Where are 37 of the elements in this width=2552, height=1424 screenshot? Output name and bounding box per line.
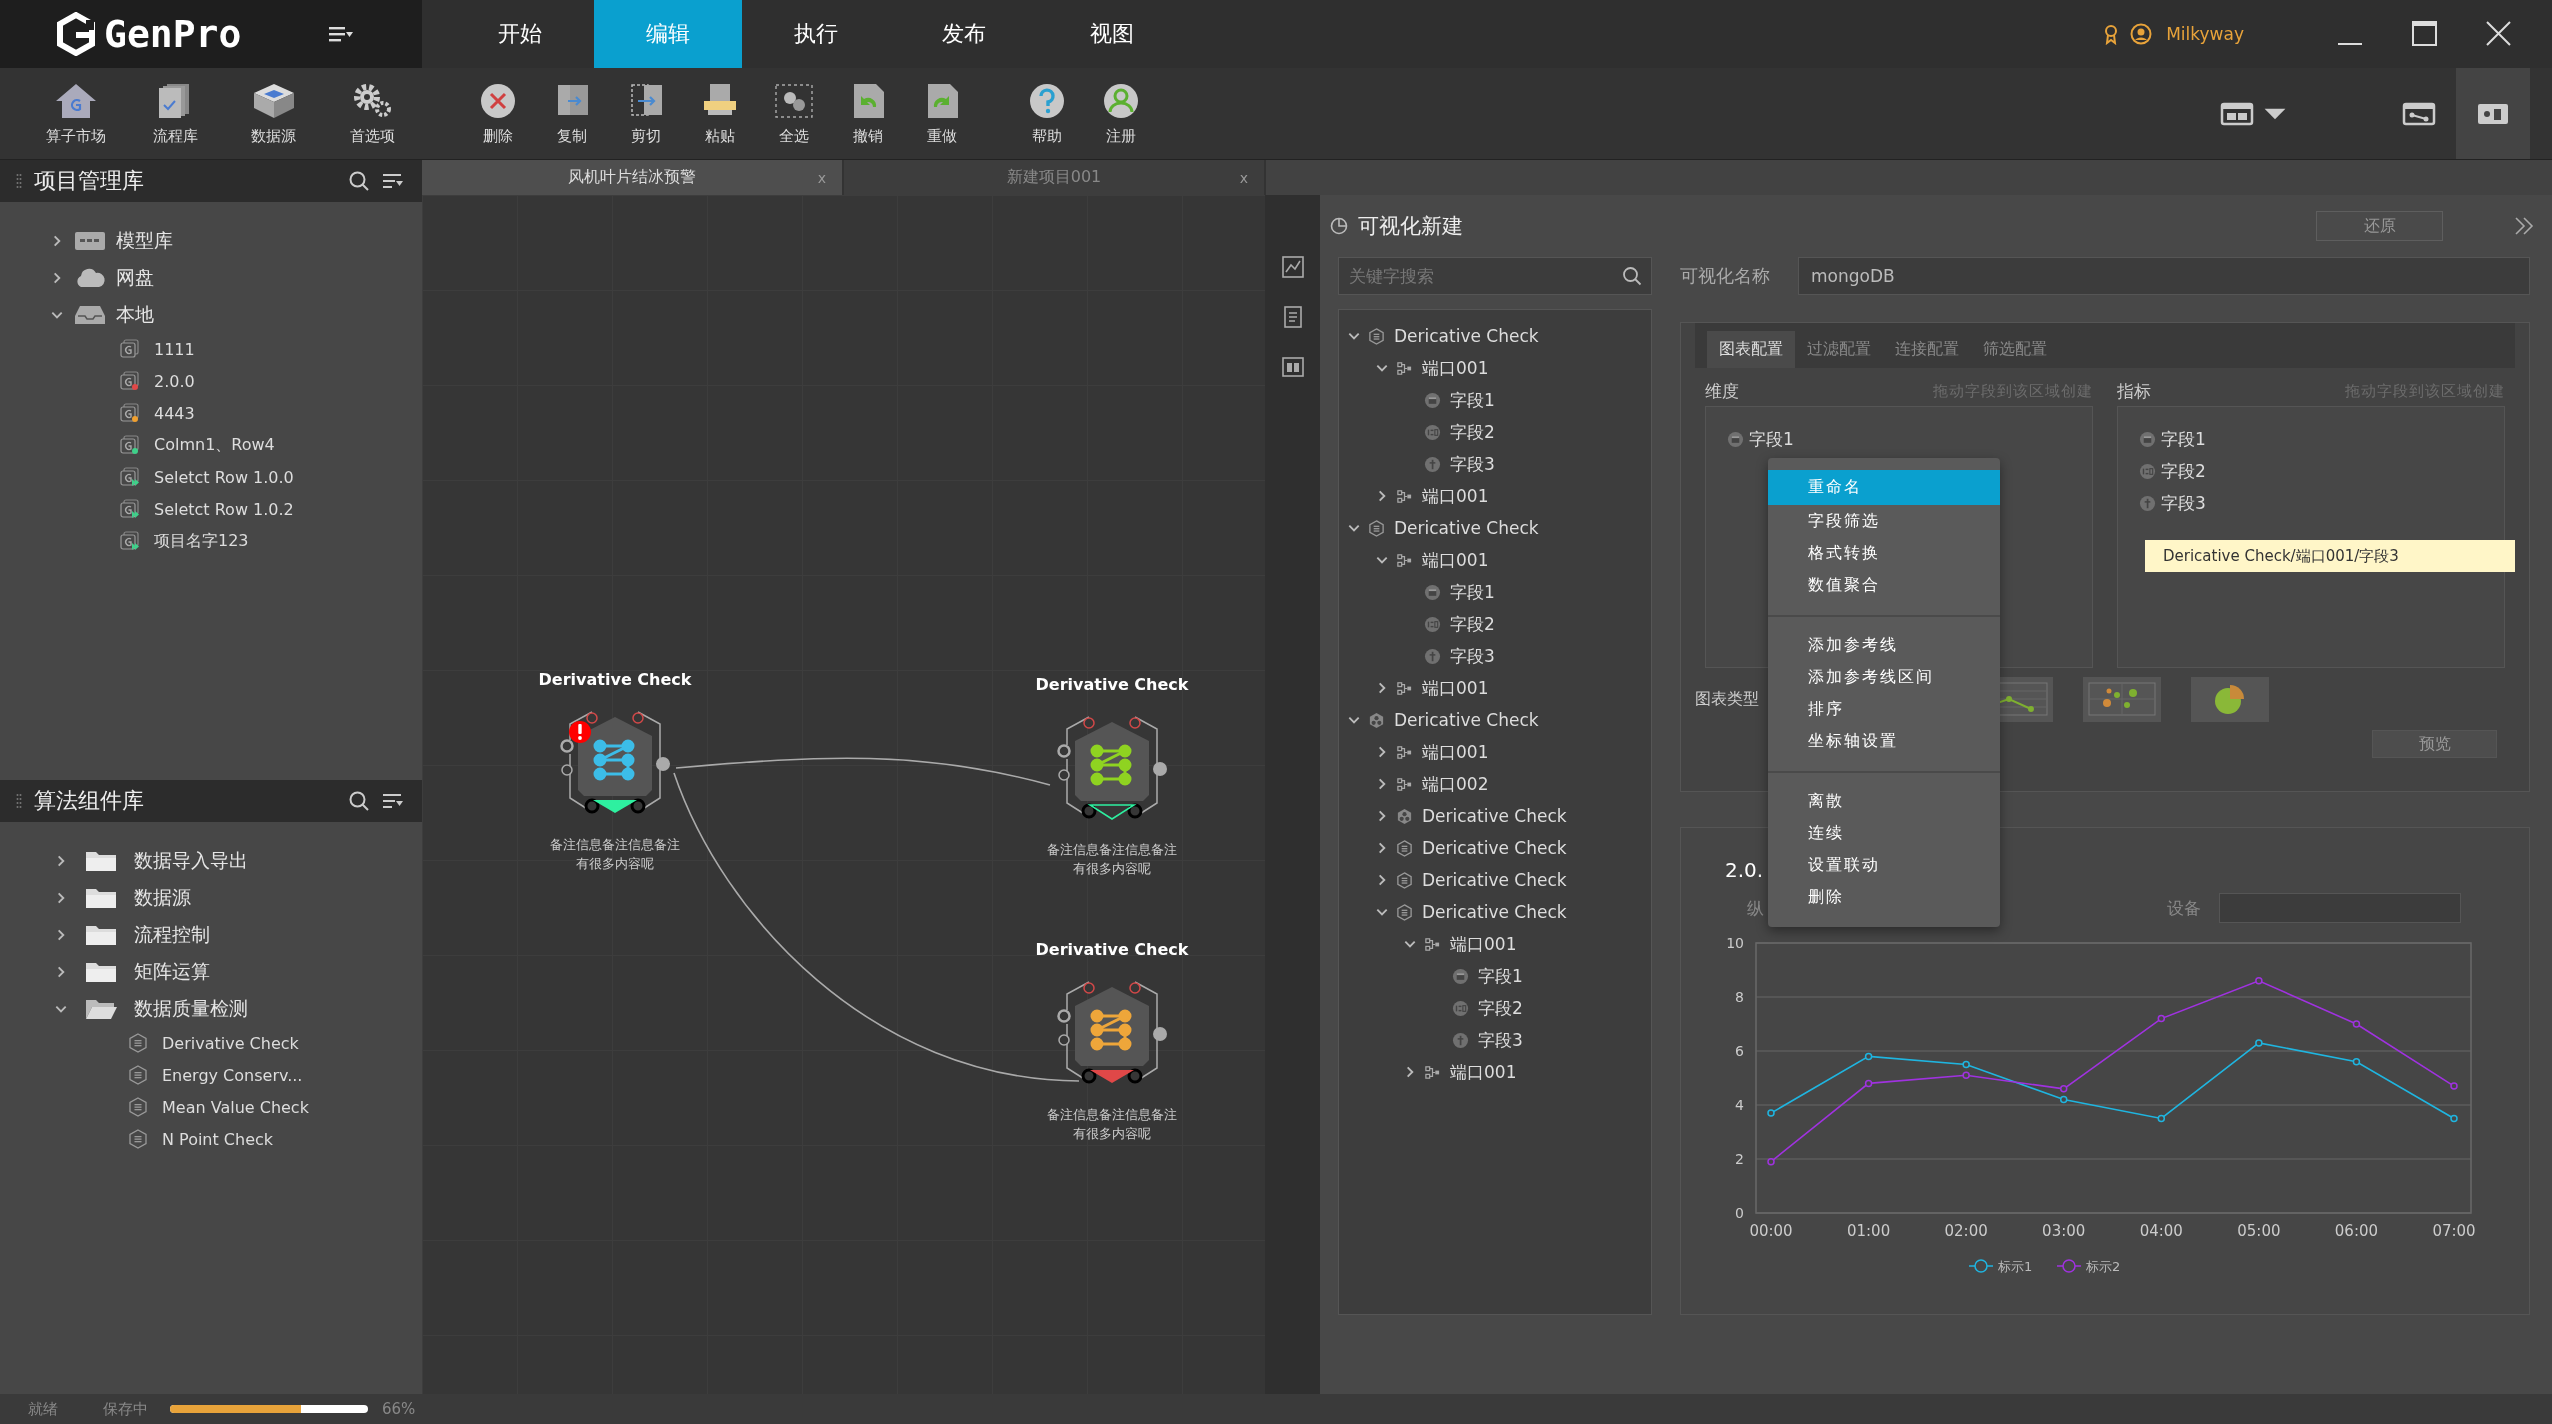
node-title: Derivative Check bbox=[1035, 940, 1189, 961]
field-label: 可视化名称 bbox=[1680, 264, 1770, 288]
axis-label: 00:00 bbox=[1749, 1222, 1793, 1240]
axis-label: 02:00 bbox=[1944, 1222, 1988, 1240]
node-note: 备注信息备注信息备注有很多内容呢 bbox=[549, 836, 681, 873]
axis-label: 01:00 bbox=[1846, 1222, 1891, 1240]
axis-label: 0 bbox=[1735, 1205, 1744, 1221]
axis-label: 04:00 bbox=[2139, 1222, 2183, 1240]
tooltip: Dericative Check/端口001/字段3 bbox=[2145, 540, 2515, 572]
panel-title: 算法组件库 bbox=[34, 787, 144, 815]
axis-label: 05:00 bbox=[2237, 1222, 2281, 1240]
axis-label: 03:00 bbox=[2042, 1222, 2086, 1240]
app-logo: GenPro bbox=[104, 12, 242, 56]
node-title: Derivative Check bbox=[1035, 675, 1189, 696]
panel-title: 可视化新建 bbox=[1358, 213, 1463, 240]
node-title: Derivative Check bbox=[538, 670, 692, 691]
axis-title: 纵 bbox=[1747, 896, 1764, 920]
axis-label: 4 bbox=[1735, 1097, 1744, 1113]
node-note: 备注信息备注信息备注有很多内容呢 bbox=[1046, 1106, 1178, 1143]
axis-label: 2 bbox=[1735, 1151, 1744, 1167]
axis-label: 8 bbox=[1735, 989, 1744, 1005]
axis-label: 07:00 bbox=[2432, 1222, 2476, 1240]
section-label: 维度 bbox=[1705, 379, 1739, 403]
legend-label: 标示2 bbox=[2086, 1259, 2121, 1274]
chart-title: 2.0. bbox=[1725, 858, 1764, 884]
field-label: 设备 bbox=[2167, 896, 2201, 920]
section-label: 指标 bbox=[2117, 379, 2151, 403]
status-text: 就绪 bbox=[28, 1399, 58, 1419]
progress-reading: 66% bbox=[382, 1400, 416, 1418]
status-text: 保存中 bbox=[103, 1399, 148, 1419]
legend-label: 标示1 bbox=[1998, 1259, 2033, 1274]
node-note: 备注信息备注信息备注有很多内容呢 bbox=[1046, 841, 1178, 878]
panel-title: 项目管理库 bbox=[34, 167, 144, 195]
axis-label: 6 bbox=[1735, 1043, 1744, 1059]
axis-label: 10 bbox=[1726, 935, 1744, 951]
axis-label: 06:00 bbox=[2334, 1222, 2379, 1240]
section-label: 图表类型 bbox=[1695, 688, 1759, 710]
